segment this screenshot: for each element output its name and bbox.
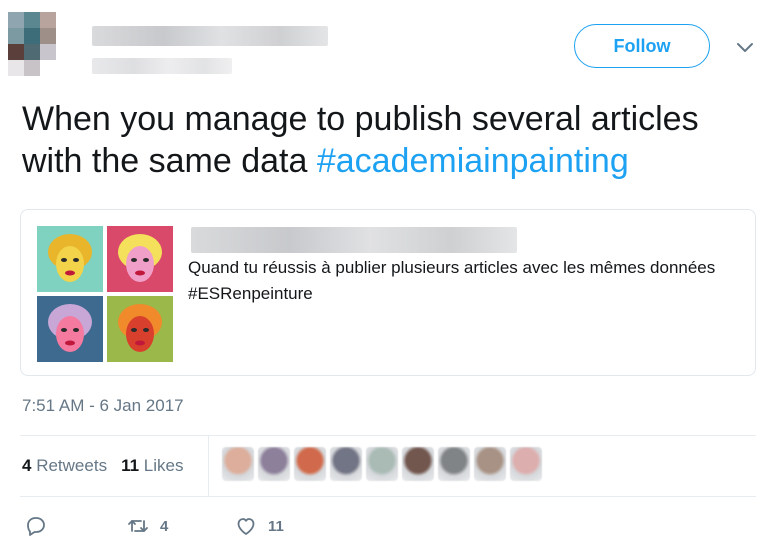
- avatar-pixel: [24, 44, 40, 60]
- liker-avatar[interactable]: [474, 447, 506, 481]
- retweets-stat[interactable]: 4 Retweets: [22, 456, 107, 476]
- reply-icon[interactable]: [24, 514, 48, 538]
- image-tile: [107, 226, 173, 292]
- avatar-pixel: [8, 60, 24, 76]
- retweet-count: 4: [160, 517, 169, 535]
- liker-avatar[interactable]: [366, 447, 398, 481]
- likes-label: Likes: [143, 456, 184, 475]
- engagement-stats: 4 Retweets 11 Likes: [22, 456, 183, 476]
- likes-count: 11: [121, 456, 140, 475]
- quoted-tweet-image[interactable]: [37, 226, 173, 362]
- image-tile: [37, 226, 103, 292]
- quoted-author-blurred: [191, 227, 517, 253]
- avatar-pixel: [56, 28, 72, 44]
- retweet-icon[interactable]: [126, 514, 150, 538]
- avatar-pixel: [40, 28, 56, 44]
- divider-top: [20, 435, 756, 436]
- likes-stat[interactable]: 11 Likes: [121, 456, 183, 476]
- liker-avatar[interactable]: [510, 447, 542, 481]
- author-name-blurred[interactable]: [92, 26, 328, 46]
- avatar-pixel: [40, 60, 56, 76]
- retweets-label: Retweets: [36, 456, 108, 475]
- avatar-pixel: [24, 12, 40, 28]
- retweets-count: 4: [22, 456, 32, 475]
- avatar-pixel: [56, 44, 72, 60]
- chevron-down-icon[interactable]: [734, 36, 756, 58]
- tweet-timestamp[interactable]: 7:51 AM - 6 Jan 2017: [22, 396, 184, 416]
- avatar-pixel: [40, 12, 56, 28]
- hashtag-link[interactable]: #academiainpainting: [317, 142, 629, 180]
- avatar-pixel: [8, 28, 24, 44]
- avatar[interactable]: [8, 12, 72, 76]
- quoted-tweet-card[interactable]: Quand tu réussis à publier plusieurs art…: [20, 209, 756, 376]
- reply-action[interactable]: [24, 514, 48, 538]
- tweet-text: When you manage to publish several artic…: [22, 98, 762, 182]
- liker-avatar[interactable]: [222, 447, 254, 481]
- liker-avatar[interactable]: [258, 447, 290, 481]
- retweet-action[interactable]: 4: [126, 514, 168, 538]
- divider-vertical: [208, 436, 209, 496]
- author-handle-blurred[interactable]: [92, 58, 232, 74]
- quoted-tweet-text: Quand tu réussis à publier plusieurs art…: [188, 258, 716, 303]
- liker-avatar[interactable]: [402, 447, 434, 481]
- avatar-pixel: [56, 12, 72, 28]
- avatar-pixel: [24, 60, 40, 76]
- follow-button[interactable]: Follow: [574, 24, 710, 68]
- image-tile: [37, 296, 103, 362]
- like-action[interactable]: 11: [234, 514, 284, 538]
- avatar-pixel: [24, 28, 40, 44]
- divider-bottom: [20, 496, 756, 497]
- avatar-pixel: [56, 60, 72, 76]
- likers-avatars: [222, 447, 542, 481]
- like-count: 11: [268, 517, 284, 535]
- liker-avatar[interactable]: [438, 447, 470, 481]
- liker-avatar[interactable]: [330, 447, 362, 481]
- liker-avatar[interactable]: [294, 447, 326, 481]
- avatar-pixel: [8, 44, 24, 60]
- heart-icon[interactable]: [234, 514, 258, 538]
- avatar-pixel: [40, 44, 56, 60]
- image-tile: [107, 296, 173, 362]
- avatar-pixel: [8, 12, 24, 28]
